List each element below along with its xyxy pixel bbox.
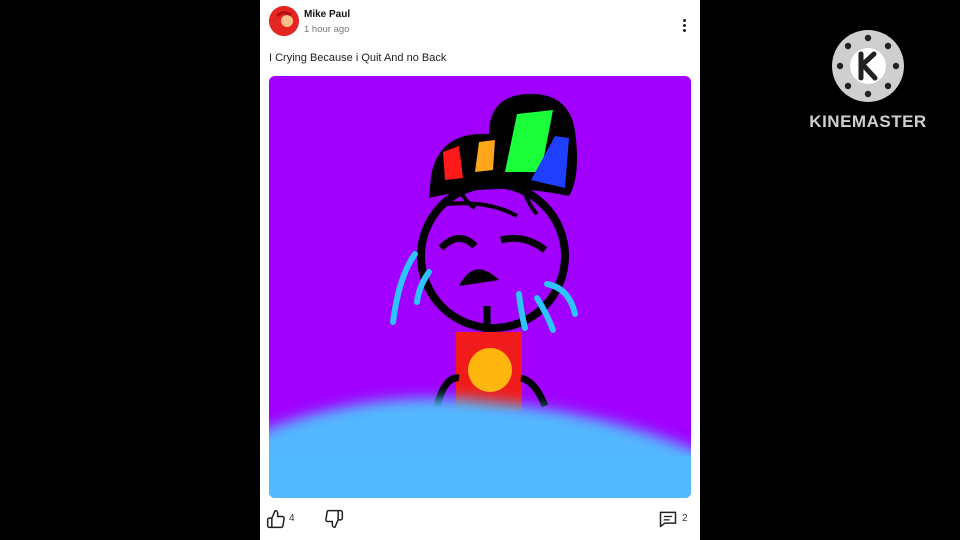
more-vertical-icon [682, 18, 686, 22]
thumbs-up-icon [266, 509, 285, 529]
comment-icon [659, 511, 677, 528]
avatar[interactable] [269, 6, 299, 36]
thumbs-down-icon [325, 509, 344, 529]
post-caption: I Crying Because i Quit And no Back [269, 52, 447, 64]
comment-count: 2 [682, 513, 688, 524]
more-options-button[interactable] [674, 14, 694, 36]
post-timestamp: 1 hour ago [304, 24, 350, 35]
kinemaster-logo-icon [832, 30, 904, 102]
like-count: 4 [289, 513, 295, 524]
watermark-text: KINEMASTER [809, 112, 927, 131]
author-name[interactable]: Mike Paul [304, 9, 350, 20]
comment-button[interactable] [658, 509, 678, 529]
dislike-button[interactable] [324, 509, 344, 529]
post-card: Mike Paul 1 hour ago I Crying Because i … [260, 0, 700, 540]
post-image[interactable] [269, 76, 691, 498]
like-button[interactable] [266, 509, 286, 529]
kinemaster-watermark: KINEMASTER [800, 26, 940, 136]
post-header: Mike Paul 1 hour ago [260, 0, 700, 46]
post-actions: 4 2 [260, 504, 700, 534]
